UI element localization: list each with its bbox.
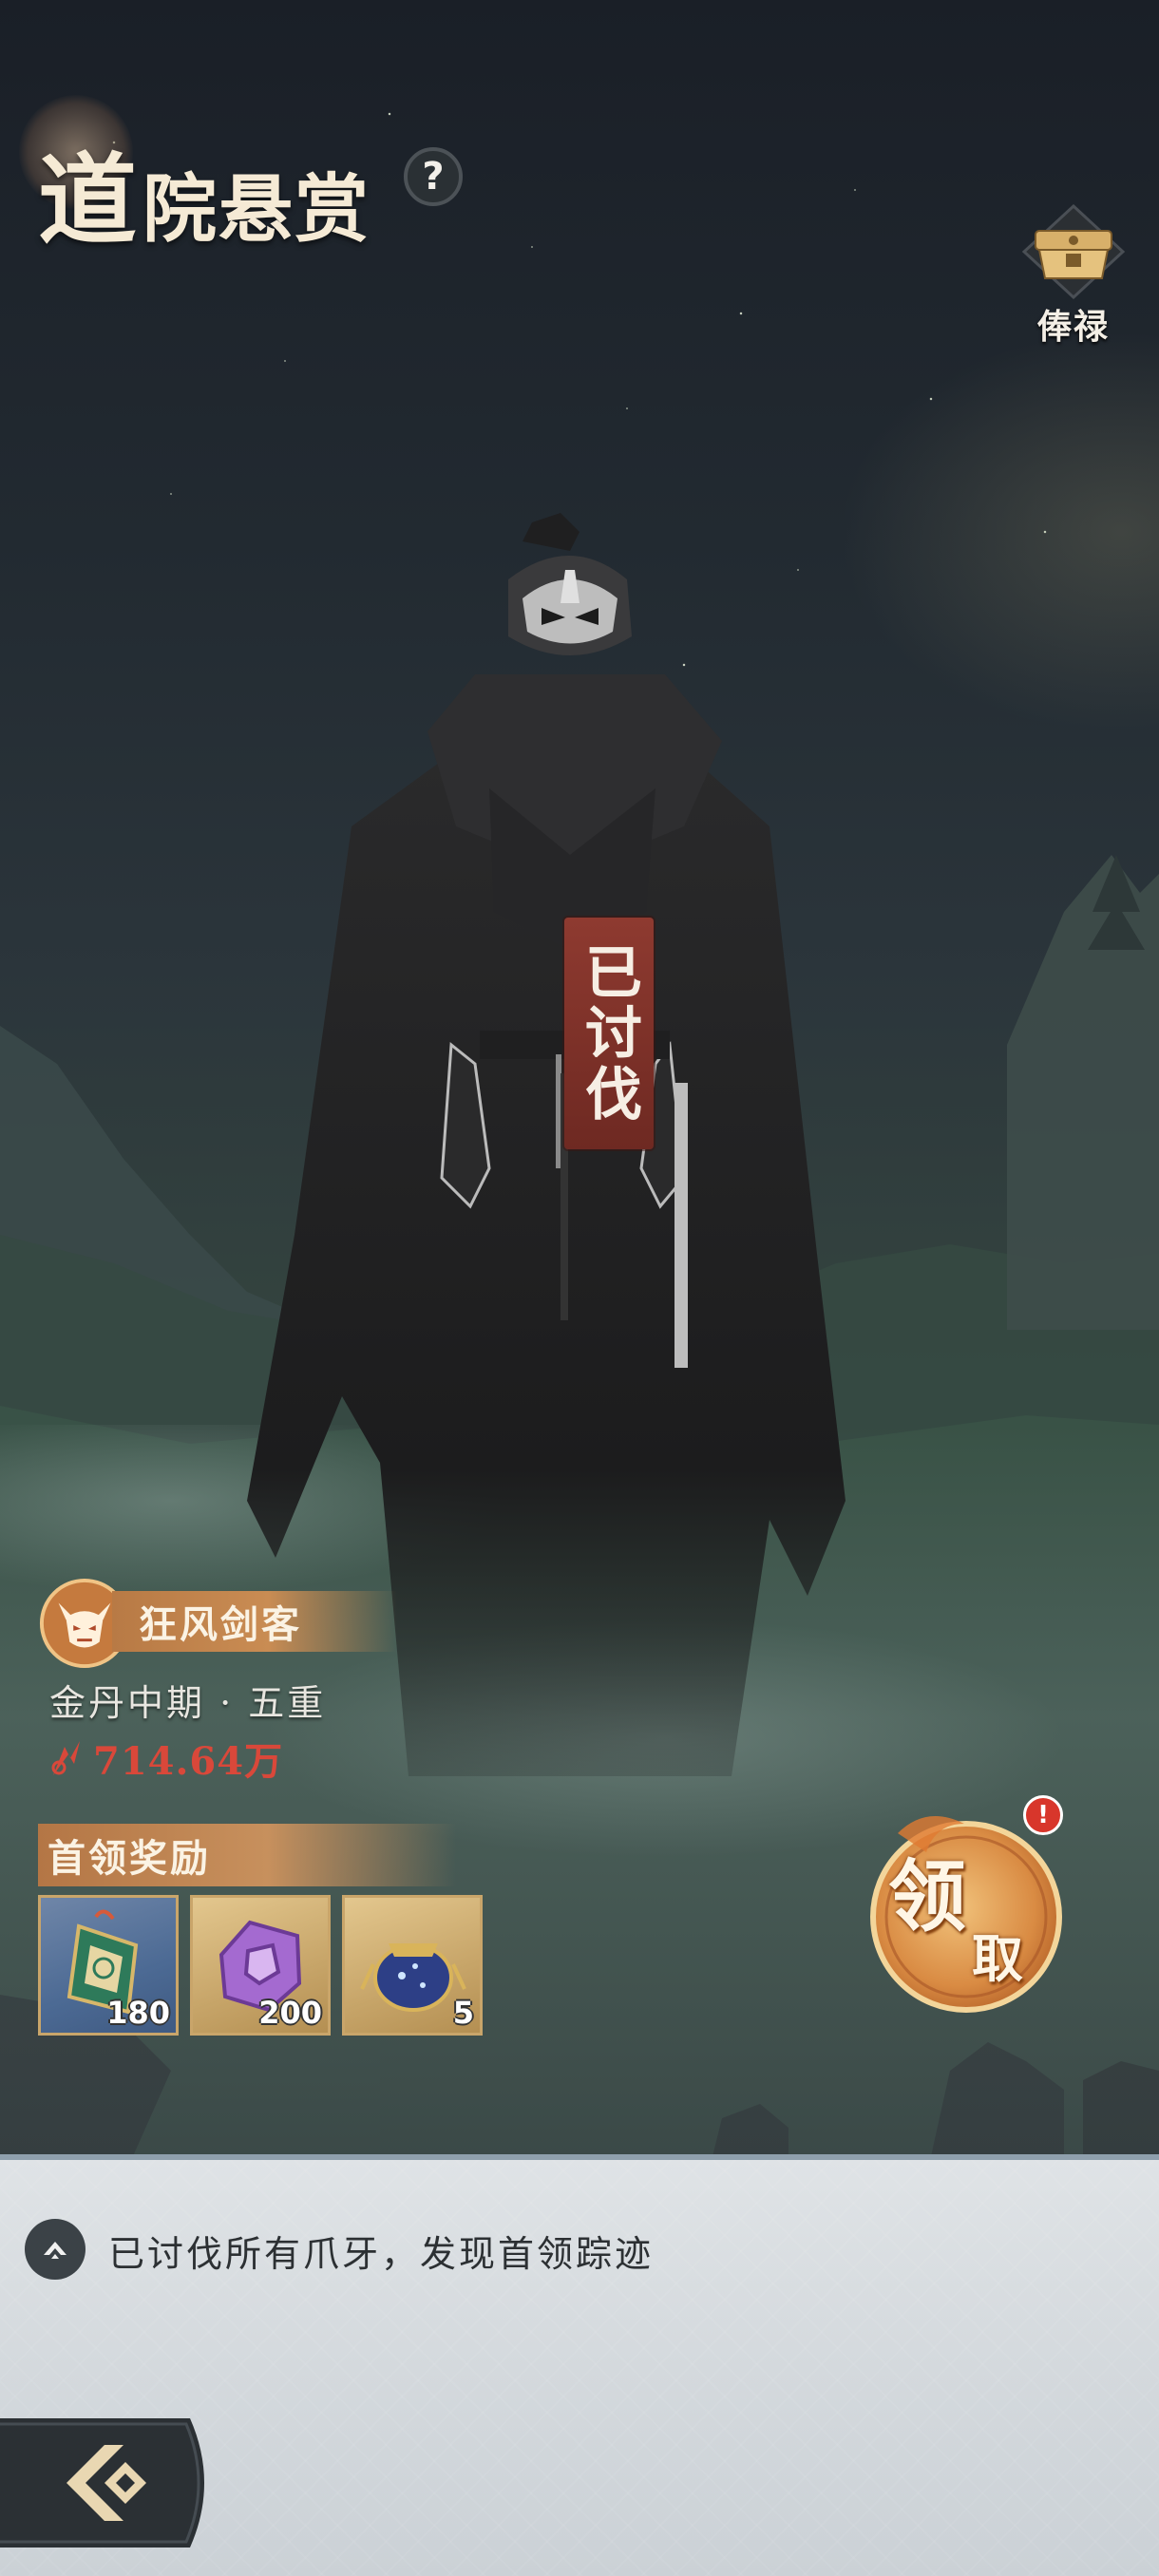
salary-button[interactable]: 俸禄 [1016,204,1130,347]
boss-name-bar: 狂风剑客 [112,1591,397,1652]
notification-badge: ! [1023,1795,1063,1835]
salary-chest-icon [1021,204,1126,299]
combat-power-icon [51,1741,80,1775]
boss-realm: 金丹中期 · 五重 [49,1682,327,1724]
combat-power: 714.64万 [46,1731,283,1786]
salary-label: 俸禄 [1036,307,1110,347]
claim-label-main: 领 [888,1851,967,1942]
chevron-up-icon [44,2242,66,2259]
title-first-char: 道 [38,142,140,258]
help-button[interactable]: ? [404,147,463,206]
help-icon: ? [422,155,445,199]
back-button[interactable] [0,2418,218,2548]
boss-reward-title: 首领奖励 [48,1836,211,1881]
title-rest: 院悬赏 [142,166,371,253]
reward-item-scroll[interactable]: 180 [38,1895,179,2036]
boss-reward-header: 首领奖励 [38,1824,456,1886]
claim-label-sub: 取 [972,1928,1023,1989]
reward-item-jade[interactable]: 200 [190,1895,331,2036]
reward-item-pouch[interactable]: 5 [342,1895,483,2036]
reward-count: 200 [258,1995,322,2031]
defeated-stamp-text: 已讨伐 [575,942,642,1125]
reward-item-list: 180 200 5 [38,1895,483,2036]
reward-count: 5 [452,1995,474,2031]
expand-up-icon[interactable] [25,2219,86,2280]
defeated-stamp: 已讨伐 [564,918,654,1149]
claim-button[interactable]: 领 取 ! [860,1795,1078,2014]
combat-power-value: 714.64万 [93,1739,284,1784]
reward-count: 180 [106,1995,170,2031]
status-message: 已讨伐所有爪牙，发现首领踪迹 [108,2233,655,2275]
page-title-text: 道院悬赏 [38,120,370,263]
boss-name: 狂风剑客 [139,1602,302,1647]
